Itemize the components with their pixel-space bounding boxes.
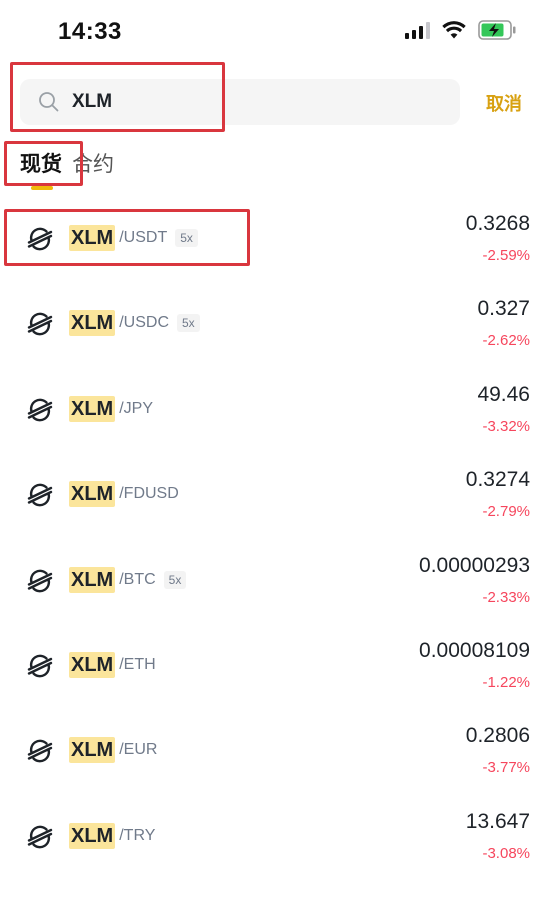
pair-change: -3.77%: [482, 759, 530, 777]
pair-quote: /USDC: [119, 314, 169, 332]
pair-row[interactable]: XLM/USDT 5x 0.3268 -2.59%: [0, 196, 554, 281]
pair-quote: /EUR: [119, 741, 158, 759]
pair-symbol: XLM/EUR: [69, 737, 158, 764]
stellar-icon: [27, 654, 53, 678]
stellar-icon: [27, 313, 53, 336]
pair-quote: /ETH: [119, 655, 156, 673]
status-bar: 14:33: [0, 0, 554, 64]
tab-futures[interactable]: 合约: [72, 148, 114, 178]
pair-price: 0.00000293: [419, 553, 530, 577]
pair-symbol: XLM/JPY: [69, 395, 154, 422]
pair-row[interactable]: XLM/FDUSD 0.3274 -2.79%: [0, 452, 554, 537]
stellar-icon: [27, 739, 53, 763]
pair-quote: /USDT: [119, 229, 168, 246]
pair-base: XLM: [69, 225, 116, 251]
stellar-icon: [27, 825, 53, 849]
pair-price: 0.3268: [465, 212, 530, 235]
pair-row[interactable]: XLM/EUR 0.2806 -3.77%: [0, 708, 554, 793]
pair-change: -3.32%: [482, 417, 530, 435]
leverage-badge: 5x: [163, 570, 187, 589]
pair-symbol: XLM/TRY: [69, 822, 156, 849]
pair-price: 13.647: [465, 809, 530, 833]
pair-change: -2.79%: [482, 503, 530, 521]
pair-change: -2.59%: [482, 247, 530, 264]
leverage-badge: 5x: [175, 229, 198, 247]
pair-symbol: XLM/USDC 5x: [69, 310, 200, 337]
search-value[interactable]: XLM: [72, 91, 112, 113]
pair-base: XLM: [69, 651, 116, 678]
pair-base: XLM: [69, 310, 116, 337]
pair-symbol: XLM/FDUSD: [69, 481, 179, 508]
pair-price: 0.327: [477, 297, 530, 321]
pair-base: XLM: [69, 822, 116, 849]
market-tabs: 现货 合约: [20, 148, 114, 178]
cellular-signal-icon: [405, 21, 430, 39]
pair-price: 0.3274: [465, 468, 530, 492]
active-tab-indicator: [31, 186, 53, 190]
pair-price: 0.2806: [465, 724, 530, 748]
stellar-icon: [27, 483, 53, 507]
pair-base: XLM: [69, 395, 116, 422]
pair-base: XLM: [69, 737, 116, 764]
status-icons: [405, 20, 516, 40]
pair-change: -1.22%: [482, 673, 530, 691]
stellar-icon: [27, 569, 53, 592]
tab-spot[interactable]: 现货: [20, 148, 62, 178]
status-time: 14:33: [58, 18, 122, 45]
pair-symbol: XLM/USDT 5x: [69, 225, 198, 251]
pair-symbol: XLM/ETH: [69, 651, 156, 678]
pair-quote: /BTC: [119, 570, 156, 588]
pair-list: XLM/USDT 5x 0.3268 -2.59% XLM/USDC 5x 0.327 -2.…: [0, 196, 554, 879]
pair-change: -2.33%: [482, 588, 530, 606]
stellar-icon: [27, 398, 53, 422]
pair-price: 0.00008109: [419, 638, 530, 662]
pair-row[interactable]: XLM/TRY 13.647 -3.08%: [0, 794, 554, 879]
pair-base: XLM: [69, 566, 116, 593]
pair-change: -2.62%: [482, 332, 530, 350]
wifi-icon: [442, 21, 466, 39]
search-input[interactable]: XLM: [20, 79, 460, 125]
stellar-icon: [27, 227, 53, 251]
pair-row[interactable]: XLM/JPY 49.46 -3.32%: [0, 367, 554, 452]
pair-change: -3.08%: [482, 844, 530, 862]
search-icon: [39, 92, 59, 112]
pair-symbol: XLM/BTC 5x: [69, 566, 187, 593]
pair-row[interactable]: XLM/BTC 5x 0.00000293 -2.33%: [0, 538, 554, 623]
battery-charging-icon: [478, 20, 516, 40]
pair-row[interactable]: XLM/USDC 5x 0.327 -2.62%: [0, 281, 554, 366]
pair-quote: /FDUSD: [119, 485, 179, 503]
leverage-badge: 5x: [177, 314, 200, 333]
pair-row[interactable]: XLM/ETH 0.00008109 -1.22%: [0, 623, 554, 708]
pair-quote: /TRY: [119, 826, 156, 844]
pair-price: 49.46: [477, 382, 530, 406]
pair-base: XLM: [69, 481, 116, 508]
cancel-button[interactable]: 取消: [486, 90, 522, 116]
pair-quote: /JPY: [119, 399, 154, 417]
